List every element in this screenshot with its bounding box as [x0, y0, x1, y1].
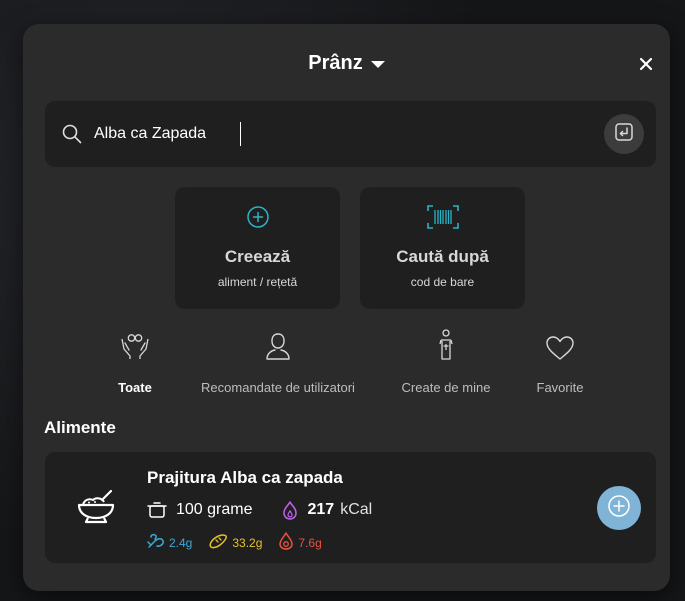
create-title: Creează — [224, 247, 291, 266]
flame-icon — [281, 500, 299, 520]
food-bowl-icon — [75, 484, 117, 526]
carbs-value: 33.2g — [232, 535, 263, 550]
heart-icon — [545, 335, 575, 366]
search-submit-button[interactable] — [604, 114, 644, 154]
enter-icon — [613, 121, 635, 148]
fat-icon — [278, 532, 294, 553]
chef-icon — [436, 329, 456, 366]
filter-created-by-me[interactable]: Create de mine — [390, 329, 502, 395]
barcode-title: Caută după — [396, 247, 489, 266]
search-icon — [61, 123, 83, 145]
fat-value: 7.6g — [298, 535, 322, 550]
filter-favorites-label: Favorite — [536, 380, 584, 395]
create-food-button[interactable]: Creează aliment / rețetă — [175, 187, 340, 309]
pot-icon — [147, 500, 167, 520]
section-title: Alimente — [44, 418, 116, 437]
filter-all[interactable]: Toate — [100, 334, 170, 395]
filter-recommended-label: Recomandate de utilizatori — [201, 380, 355, 395]
barcode-subtitle: cod de bare — [410, 275, 475, 289]
add-circle-icon — [606, 493, 632, 524]
caret-down-icon — [370, 61, 385, 68]
food-list-item[interactable]: Prajitura Alba ca zapada 100 grame 217 k… — [45, 452, 656, 563]
barcode-icon — [426, 204, 460, 230]
close-icon[interactable] — [638, 56, 654, 72]
barcode-search-button[interactable]: Caută după cod de bare — [360, 187, 525, 309]
filter-all-label: Toate — [118, 380, 152, 395]
create-subtitle: aliment / rețetă — [217, 275, 298, 289]
filter-favorites[interactable]: Favorite — [525, 334, 595, 395]
user-icon — [264, 331, 292, 366]
search-input[interactable] — [94, 122, 574, 146]
macro-protein: 2.4g — [147, 533, 192, 552]
protein-value: 2.4g — [169, 535, 193, 550]
food-name: Prajitura Alba ca zapada — [147, 468, 343, 487]
kcal-value: 217 — [307, 501, 335, 518]
food-macros: 2.4g 33.2g 7.6g — [147, 532, 338, 553]
protein-icon — [147, 533, 165, 552]
dialog-header: Prânz — [23, 48, 670, 78]
meal-selector[interactable]: Prânz — [308, 51, 385, 75]
plus-circle-icon — [245, 204, 271, 230]
search-bar — [45, 101, 656, 167]
kcal-unit: kCal — [340, 501, 373, 518]
hands-icon — [119, 331, 151, 366]
add-food-button[interactable] — [597, 486, 641, 530]
dialog-title: Prânz — [308, 51, 363, 74]
food-quantity: 100 grame — [176, 501, 253, 518]
filter-created-label: Create de mine — [401, 380, 491, 395]
macro-fat: 7.6g — [278, 532, 322, 553]
macro-carbs: 33.2g — [208, 533, 262, 552]
text-cursor — [240, 122, 241, 146]
food-meta: 100 grame 217 kCal — [147, 500, 372, 520]
filter-recommended[interactable]: Recomandate de utilizatori — [183, 331, 373, 395]
meal-dialog: Prânz Alba ca Zapada Creează aliment / r… — [23, 24, 670, 591]
carbs-icon — [208, 533, 228, 552]
